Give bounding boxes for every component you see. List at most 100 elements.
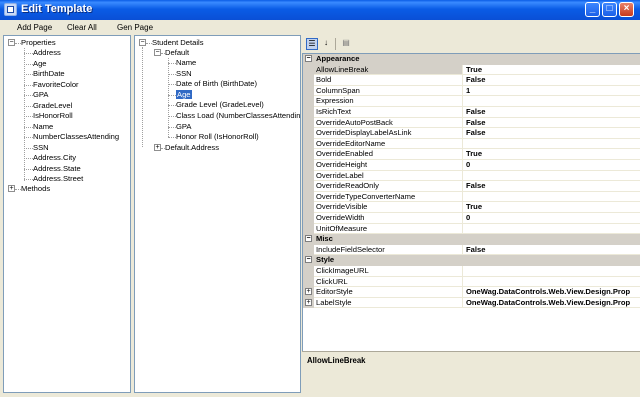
maximize-button[interactable]: □ — [602, 2, 617, 17]
minimize-button[interactable]: _ — [585, 2, 600, 17]
expand-property-toggle[interactable]: + — [305, 298, 312, 306]
property-name: OverrideHeight — [314, 160, 463, 171]
property-row[interactable]: Expression — [303, 96, 640, 107]
gen-page-button[interactable]: Gen Page — [117, 23, 153, 32]
property-row[interactable]: OverrideDisplayLabelAsLink False — [303, 128, 640, 139]
property-value[interactable] — [463, 266, 640, 277]
property-row[interactable]: + LabelStyle OneWag.DataControls.Web.View.… — [303, 297, 640, 309]
property-grid[interactable]: − Appearance AllowLineBreak True Bold False Co… — [302, 53, 640, 384]
property-value[interactable] — [463, 192, 640, 203]
tree-node-field-label: Age — [176, 89, 192, 99]
tree-node-property[interactable]: Age — [33, 59, 47, 69]
property-row[interactable]: OverrideAutoPostBack False — [303, 117, 640, 129]
property-grid-panel: ☰ ↓ ▤ − Appearance AllowLineBreak True Bold F… — [302, 35, 640, 393]
expand-default-address-toggle[interactable]: + — [154, 144, 161, 151]
property-name: EditorStyle — [314, 287, 463, 298]
category-style[interactable]: − Style — [303, 255, 640, 266]
expand-property-toggle[interactable]: + — [305, 288, 312, 296]
tree-node-field[interactable]: GPA — [176, 122, 191, 132]
tree-node-property[interactable]: NumberClassesAttending — [33, 132, 119, 142]
tree-node-field[interactable]: Age — [176, 89, 192, 100]
tree-node-property[interactable]: Address.State — [33, 164, 81, 174]
property-row[interactable]: OverrideHeight 0 — [303, 160, 640, 171]
tree-node-field[interactable]: Honor Roll (IsHonorRoll) — [176, 132, 259, 142]
property-row[interactable]: UnitOfMeasure — [303, 223, 640, 235]
property-row[interactable]: OverrideEnabled True — [303, 149, 640, 160]
property-row[interactable]: IsRichText False — [303, 107, 640, 118]
property-value[interactable]: False — [463, 181, 640, 192]
tree-node-methods[interactable]: Methods — [21, 184, 50, 194]
property-value[interactable] — [463, 139, 640, 150]
property-value[interactable]: True — [463, 149, 640, 160]
property-value[interactable]: OneWag.DataControls.Web.View.Design.Prop — [463, 287, 640, 298]
tree-node-student-details[interactable]: Student Details — [152, 38, 204, 48]
tree-node-default[interactable]: Default — [165, 48, 189, 58]
add-page-button[interactable]: Add Page — [17, 23, 52, 32]
property-row[interactable]: OverrideWidth 0 — [303, 213, 640, 224]
property-value[interactable]: False — [463, 75, 640, 86]
property-value[interactable] — [463, 224, 640, 235]
category-appearance[interactable]: − Appearance — [303, 54, 640, 65]
property-value[interactable]: OneWag.DataControls.Web.View.Design.Prop — [463, 298, 640, 309]
tree-node-property[interactable]: FavoriteColor — [33, 80, 79, 90]
property-value[interactable] — [463, 171, 640, 182]
tree-node-property[interactable]: Address — [33, 48, 61, 58]
property-value[interactable] — [463, 277, 640, 288]
property-row[interactable]: OverrideEditorName — [303, 138, 640, 150]
tree-node-property[interactable]: Name — [33, 122, 53, 132]
property-row[interactable]: OverrideTypeConverterName — [303, 191, 640, 203]
collapse-category-toggle[interactable]: − — [305, 235, 312, 243]
property-row[interactable]: ClickURL — [303, 276, 640, 288]
tree-node-properties[interactable]: Properties — [21, 38, 56, 48]
property-row[interactable]: + EditorStyle OneWag.DataControls.Web.View… — [303, 287, 640, 298]
property-row[interactable]: IncludeFieldSelector False — [303, 244, 640, 256]
property-value[interactable]: True — [463, 202, 640, 213]
clear-all-button[interactable]: Clear All — [67, 23, 97, 32]
collapse-default-toggle[interactable]: − — [154, 49, 161, 56]
tree-node-default-address[interactable]: Default.Address — [165, 143, 219, 153]
tree-node-property[interactable]: SSN — [33, 143, 49, 153]
tree-node-property[interactable]: BirthDate — [33, 69, 65, 79]
tree-node-field[interactable]: SSN — [176, 69, 192, 79]
property-value[interactable]: False — [463, 118, 640, 129]
property-value[interactable]: 0 — [463, 213, 640, 224]
tree-node-field[interactable]: Date of Birth (BirthDate) — [176, 79, 257, 89]
tree-node-property[interactable]: IsHonorRoll — [33, 111, 73, 121]
close-button[interactable]: × — [619, 2, 634, 17]
property-row[interactable]: OverrideLabel — [303, 170, 640, 182]
property-row[interactable]: Bold False — [303, 75, 640, 86]
category-misc[interactable]: − Misc — [303, 234, 640, 245]
collapse-student-details-toggle[interactable]: − — [139, 39, 146, 46]
property-row[interactable]: OverrideVisible True — [303, 202, 640, 213]
property-pages-icon[interactable]: ▤ — [340, 38, 352, 50]
template-tree[interactable]: − Student Details − Default Name SSN Date … — [134, 35, 301, 393]
property-value[interactable]: False — [463, 245, 640, 256]
property-value[interactable]: 1 — [463, 86, 640, 97]
properties-tree[interactable]: − Properties Address Age BirthDate Favorite… — [3, 35, 131, 393]
collapse-category-toggle[interactable]: − — [305, 256, 312, 264]
property-row[interactable]: ClickImageURL — [303, 266, 640, 277]
tree-node-field[interactable]: Class Load (NumberClassesAttending) — [176, 111, 300, 121]
property-value[interactable]: True — [463, 65, 640, 76]
tree-node-property[interactable]: GPA — [33, 90, 48, 100]
title-bar[interactable]: Edit Template _ □ × — [0, 0, 640, 20]
tree-node-property[interactable]: Address.Street — [33, 174, 83, 184]
property-row[interactable]: AllowLineBreak True — [303, 64, 640, 76]
tree-node-property[interactable]: GradeLevel — [33, 101, 72, 111]
tree-node-property[interactable]: Address.City — [33, 153, 76, 163]
property-row[interactable]: OverrideReadOnly False — [303, 181, 640, 192]
alphabetical-sort-icon[interactable]: ↓ — [320, 38, 332, 50]
property-value[interactable] — [463, 96, 640, 107]
collapse-properties-toggle[interactable]: − — [8, 39, 15, 46]
expand-methods-toggle[interactable]: + — [8, 185, 15, 192]
property-value[interactable]: False — [463, 107, 640, 118]
collapse-category-toggle[interactable]: − — [305, 55, 312, 62]
categorized-view-icon[interactable]: ☰ — [306, 38, 318, 50]
property-value[interactable]: False — [463, 128, 640, 139]
tree-node-field[interactable]: Grade Level (GradeLevel) — [176, 100, 264, 110]
row-gutter — [303, 64, 314, 76]
property-row[interactable]: ColumnSpan 1 — [303, 85, 640, 97]
app-icon — [4, 3, 17, 16]
property-value[interactable]: 0 — [463, 160, 640, 171]
tree-node-field[interactable]: Name — [176, 58, 196, 68]
